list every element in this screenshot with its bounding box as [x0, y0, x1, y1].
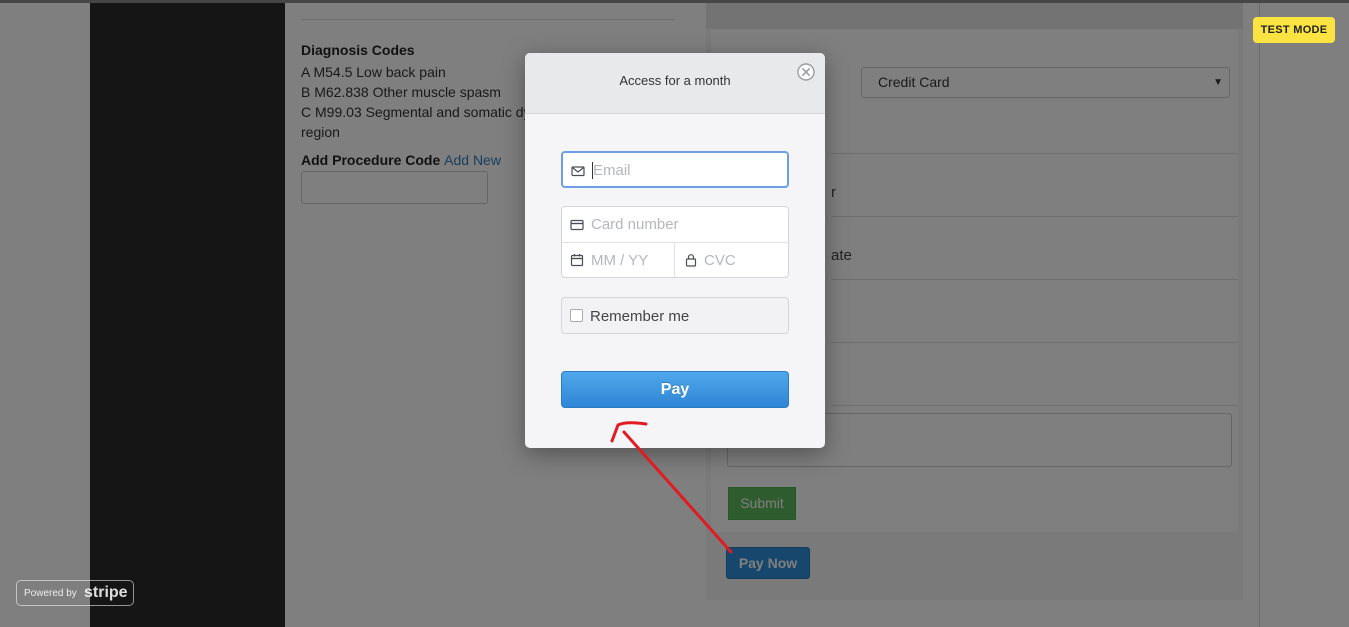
card-number-input[interactable]: Card number — [591, 216, 679, 233]
card-details-group: Card number MM / YY CVC — [561, 206, 789, 278]
modal-title: Access for a month — [619, 73, 731, 88]
email-placeholder: Email — [593, 162, 631, 179]
lock-icon — [685, 254, 697, 267]
cvc-input[interactable]: CVC — [704, 252, 736, 269]
pay-button[interactable]: Pay — [561, 371, 789, 408]
close-icon[interactable] — [797, 63, 815, 81]
modal-header: Access for a month — [525, 53, 825, 114]
powered-by-stripe-badge[interactable]: Powered by stripe — [16, 580, 134, 606]
credit-card-icon — [570, 219, 584, 231]
checkout-modal: Access for a month Email Card number MM … — [525, 53, 825, 448]
remember-me-row[interactable]: Remember me — [561, 297, 789, 334]
card-divider — [674, 242, 675, 277]
calendar-icon — [570, 254, 584, 267]
stripe-logo: stripe — [84, 584, 128, 601]
remember-me-label: Remember me — [590, 308, 690, 325]
email-field[interactable]: Email — [561, 151, 789, 188]
remember-me-checkbox[interactable] — [570, 309, 583, 322]
test-mode-badge: TEST MODE — [1253, 17, 1335, 43]
card-divider — [562, 242, 788, 243]
powered-by-text: Powered by — [24, 588, 77, 599]
envelope-icon — [571, 166, 585, 177]
expiry-input[interactable]: MM / YY — [591, 252, 648, 269]
